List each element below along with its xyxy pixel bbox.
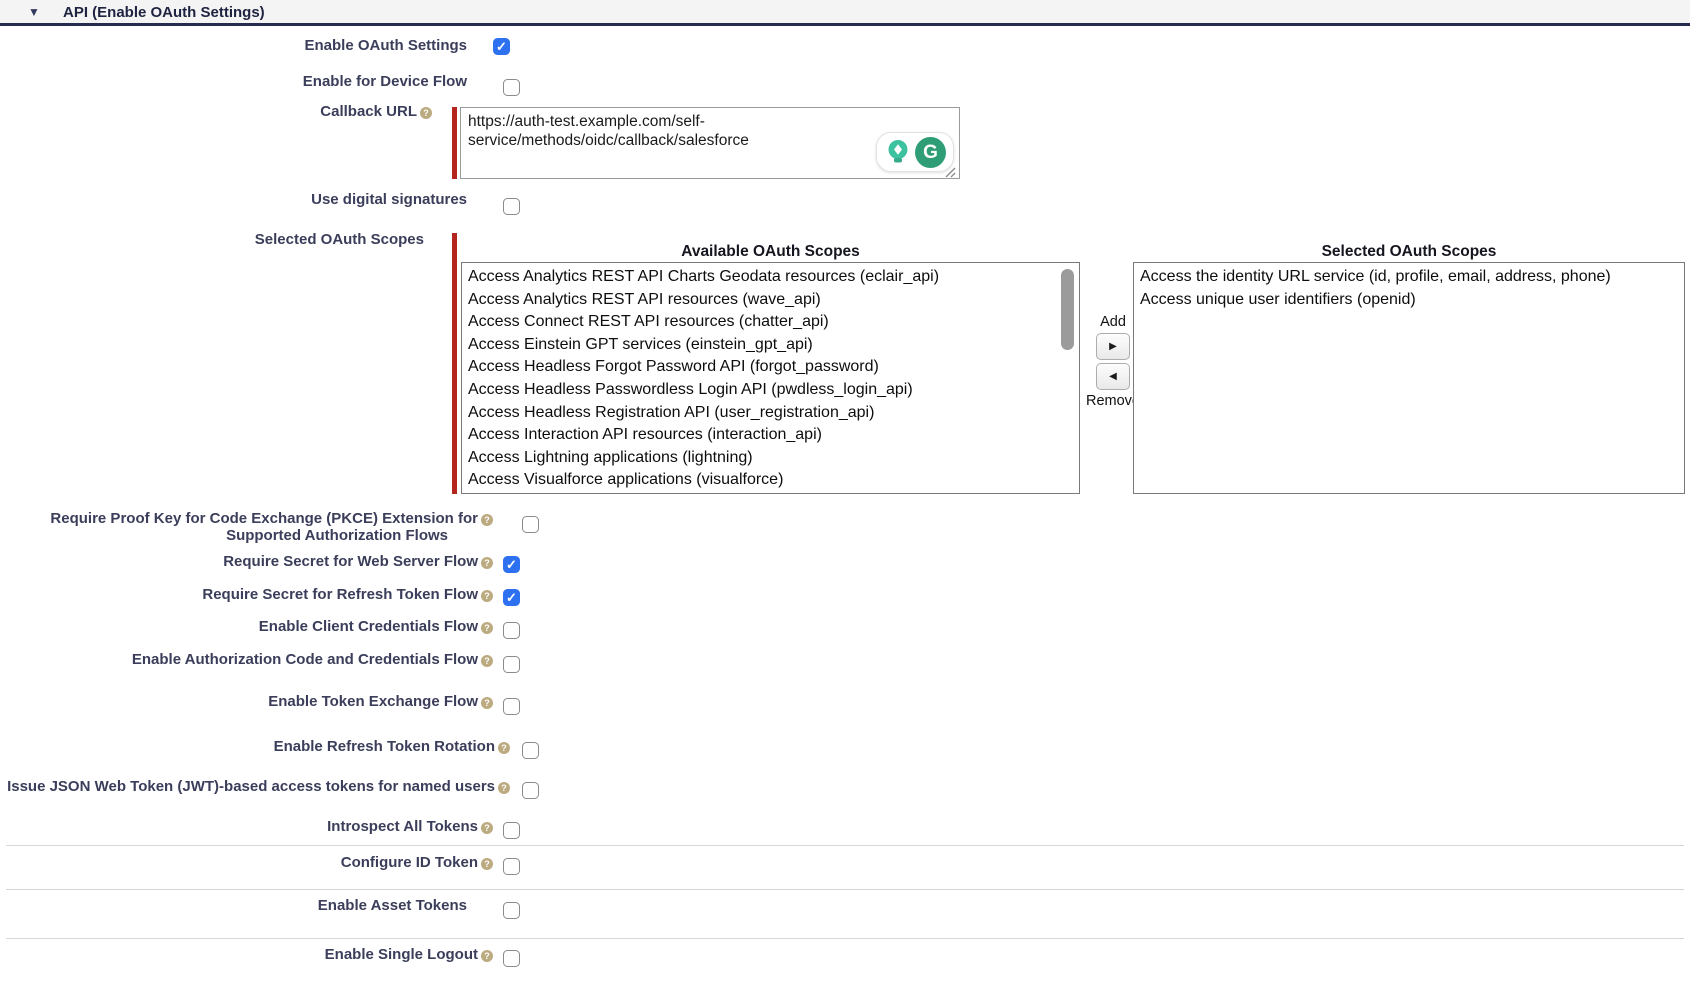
enable-client-credentials-checkbox[interactable] [503, 622, 520, 639]
use-digital-signatures-label: Use digital signatures [0, 191, 467, 208]
collapse-triangle-icon[interactable]: ▼ [28, 4, 40, 20]
available-scopes-listbox[interactable]: Access Analytics REST API Charts Geodata… [461, 262, 1080, 494]
selected-oauth-scopes-label: Selected OAuth Scopes [0, 231, 424, 248]
textarea-resize-handle[interactable] [944, 165, 956, 176]
enable-token-exchange-label: Enable Token Exchange Flow [0, 693, 493, 710]
list-item[interactable]: Access unique user identifiers (openid) [1134, 289, 1684, 312]
enable-oauth-settings-checkbox[interactable] [493, 38, 510, 55]
oauth-settings-section: ▼ API (Enable OAuth Settings) Enable OAu… [0, 0, 1690, 981]
help-icon[interactable] [481, 858, 493, 870]
enable-refresh-token-rotation-label: Enable Refresh Token Rotation [0, 738, 510, 755]
list-item[interactable]: Access Headless Passwordless Login API (… [462, 379, 1079, 402]
enable-oauth-settings-label: Enable OAuth Settings [0, 37, 467, 54]
help-icon[interactable] [420, 107, 432, 119]
enable-asset-tokens-label: Enable Asset Tokens [0, 897, 467, 914]
list-item[interactable]: Access Headless Forgot Password API (for… [462, 356, 1079, 379]
divider [6, 889, 1684, 890]
available-scopes-header: Available OAuth Scopes [461, 243, 1080, 261]
list-item[interactable]: Access the identity URL service (id, pro… [1134, 266, 1684, 289]
scrollbar-thumb[interactable] [1061, 269, 1074, 350]
selected-scopes-listbox[interactable]: Access the identity URL service (id, pro… [1133, 262, 1685, 494]
help-icon[interactable] [498, 742, 510, 754]
callback-url-label: Callback URL [0, 103, 432, 120]
enable-auth-code-credentials-label: Enable Authorization Code and Credential… [0, 651, 493, 668]
browser-extension-pill: G [876, 132, 954, 172]
divider [6, 938, 1684, 939]
enable-refresh-token-rotation-checkbox[interactable] [522, 742, 539, 759]
required-field-bar [452, 233, 457, 494]
enable-asset-tokens-checkbox[interactable] [503, 902, 520, 919]
issue-jwt-tokens-label: Issue JSON Web Token (JWT)-based access … [0, 778, 510, 795]
help-icon[interactable] [481, 697, 493, 709]
list-item[interactable]: Access Lightning applications (lightning… [462, 447, 1079, 470]
add-scope-button[interactable]: ▶ [1096, 333, 1130, 360]
enable-for-device-flow-label: Enable for Device Flow [0, 73, 467, 90]
password-manager-bulb-icon[interactable] [884, 138, 912, 166]
enable-token-exchange-checkbox[interactable] [503, 698, 520, 715]
help-icon[interactable] [481, 950, 493, 962]
list-item[interactable]: Access Connect REST API resources (chatt… [462, 311, 1079, 334]
list-item[interactable]: Access Analytics REST API Charts Geodata… [462, 266, 1079, 289]
enable-single-logout-label: Enable Single Logout [0, 946, 493, 963]
require-pkce-checkbox[interactable] [522, 516, 539, 533]
configure-id-token-checkbox[interactable] [503, 858, 520, 875]
grammarly-icon[interactable]: G [915, 137, 946, 168]
require-secret-refresh-token-checkbox[interactable] [503, 589, 520, 606]
list-item[interactable]: Access Interaction API resources (intera… [462, 424, 1079, 447]
require-pkce-label-line2: Supported Authorization Flows [0, 527, 448, 544]
help-icon[interactable] [481, 822, 493, 834]
help-icon[interactable] [481, 557, 493, 569]
selected-scopes-header: Selected OAuth Scopes [1133, 243, 1685, 261]
help-icon[interactable] [481, 514, 493, 526]
require-secret-refresh-token-label: Require Secret for Refresh Token Flow [0, 586, 493, 603]
require-secret-web-server-checkbox[interactable] [503, 556, 520, 573]
configure-id-token-label: Configure ID Token [0, 854, 493, 871]
section-header: ▼ API (Enable OAuth Settings) [0, 0, 1690, 26]
help-icon[interactable] [481, 622, 493, 634]
issue-jwt-tokens-checkbox[interactable] [522, 782, 539, 799]
list-item[interactable]: Access Headless Registration API (user_r… [462, 402, 1079, 425]
use-digital-signatures-checkbox[interactable] [503, 198, 520, 215]
list-item[interactable]: Access Visualforce applications (visualf… [462, 469, 1079, 492]
help-icon[interactable] [481, 590, 493, 602]
enable-single-logout-checkbox[interactable] [503, 950, 520, 967]
require-secret-web-server-label: Require Secret for Web Server Flow [0, 553, 493, 570]
enable-auth-code-credentials-checkbox[interactable] [503, 656, 520, 673]
introspect-all-tokens-label: Introspect All Tokens [0, 818, 493, 835]
enable-for-device-flow-checkbox[interactable] [503, 79, 520, 96]
remove-scope-button[interactable]: ◀ [1096, 363, 1130, 390]
required-field-bar [452, 107, 457, 179]
introspect-all-tokens-checkbox[interactable] [503, 822, 520, 839]
help-icon[interactable] [498, 782, 510, 794]
list-item[interactable]: Access Einstein GPT services (einstein_g… [462, 334, 1079, 357]
list-item[interactable]: Access Analytics REST API resources (wav… [462, 289, 1079, 312]
divider [6, 845, 1684, 846]
require-pkce-label: Require Proof Key for Code Exchange (PKC… [0, 510, 493, 527]
enable-client-credentials-label: Enable Client Credentials Flow [0, 618, 493, 635]
section-title: API (Enable OAuth Settings) [63, 4, 265, 21]
help-icon[interactable] [481, 655, 493, 667]
